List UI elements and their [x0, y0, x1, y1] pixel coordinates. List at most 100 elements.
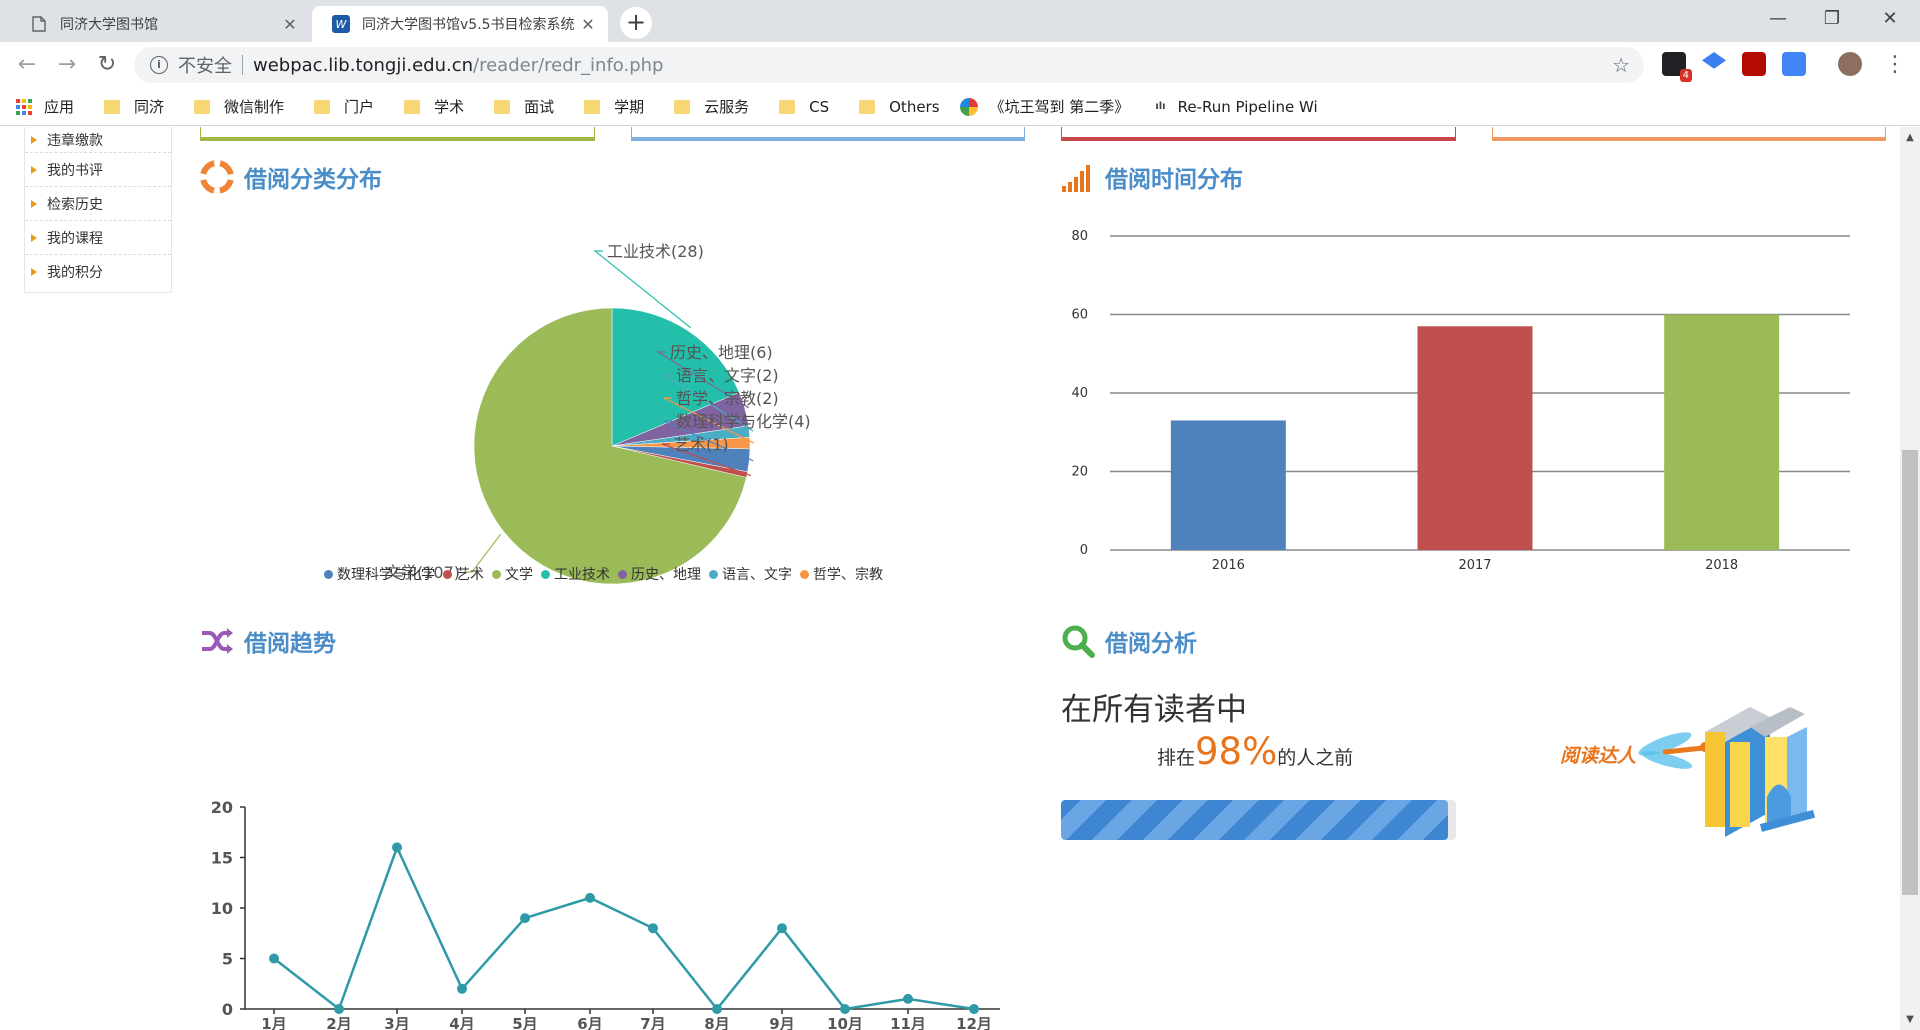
data-point[interactable] [648, 923, 658, 934]
bookmark-folder[interactable]: 面试 [494, 96, 554, 117]
forward-icon[interactable]: → [52, 50, 82, 80]
tab-opac[interactable]: W 同济大学图书馆v5.5书目检索系统 ✕ [312, 6, 608, 42]
new-tab-button[interactable]: + [620, 7, 652, 39]
data-point[interactable] [969, 1004, 979, 1014]
pdf-icon[interactable] [1742, 52, 1766, 76]
data-point[interactable] [392, 842, 402, 853]
sidebar-item-search-history[interactable]: 检索历史 [25, 187, 171, 221]
close-icon[interactable]: ✕ [578, 15, 598, 34]
x-tick-label: 9月 [769, 1015, 794, 1030]
bookmark-label: Re-Run Pipeline Wi [1177, 97, 1318, 116]
y-tick-label: 5 [222, 950, 233, 969]
analysis-rank: 排在98%的人之前 [1157, 730, 1353, 773]
bookmark-folder[interactable]: 云服务 [674, 96, 749, 117]
data-point[interactable] [269, 953, 279, 964]
data-point[interactable] [520, 913, 530, 924]
scroll-down-icon[interactable]: ▼ [1900, 1012, 1920, 1028]
scrollbar-thumb[interactable] [1902, 450, 1918, 895]
close-icon[interactable]: ✕ [280, 15, 300, 34]
bookmark-star-icon[interactable]: ☆ [1612, 53, 1630, 77]
tab-library-home[interactable]: 同济大学图书馆 ✕ [10, 6, 310, 42]
data-point[interactable] [840, 1004, 850, 1014]
data-point[interactable] [457, 983, 467, 994]
data-point[interactable] [712, 1004, 722, 1014]
maximize-button[interactable]: ❐ [1812, 4, 1852, 34]
legend-item[interactable]: 哲学、宗教 [800, 564, 883, 584]
bar[interactable] [1170, 420, 1286, 550]
extension-icon[interactable]: 4 [1662, 52, 1692, 82]
bookmark-link[interactable]: ılı Re-Run Pipeline Wi [1155, 98, 1317, 116]
rank-prefix: 排在 [1157, 747, 1196, 769]
rank-progress-bar [1061, 800, 1456, 840]
legend-item[interactable]: 历史、地理 [618, 564, 701, 584]
data-point[interactable] [334, 1004, 344, 1014]
video-site-icon [959, 97, 978, 116]
legend-item[interactable]: 工业技术 [541, 564, 610, 584]
translate-icon[interactable] [1782, 52, 1806, 76]
x-tick-label: 11月 [890, 1015, 926, 1030]
legend-item[interactable]: 数理科学与化学 [324, 564, 435, 584]
legend-item[interactable]: 艺术 [443, 564, 484, 584]
x-tick-label: 5月 [512, 1015, 537, 1030]
line-chart: 0 5 10 15 20 1月 2月 3月 4月 5月 6月 7月 8月 9月 10月 11月 12月 [211, 798, 1000, 1030]
trend-line [273, 844, 975, 1012]
bookmark-apps[interactable]: 应用 [16, 96, 74, 117]
browser-chrome: 同济大学图书馆 ✕ W 同济大学图书馆v5.5书目检索系统 ✕ + — ❐ ✕ … [0, 0, 1920, 127]
legend-item[interactable]: 语言、文字 [709, 564, 792, 584]
folder-icon [314, 99, 331, 114]
sidebar-item-fines[interactable]: 违章缴款 [25, 127, 171, 153]
sidebar-item-courses[interactable]: 我的课程 [25, 221, 171, 255]
scroll-up-icon[interactable]: ▲ [1900, 130, 1920, 146]
bookmark-folder[interactable]: CS [779, 98, 829, 116]
bookmark-label: 微信制作 [224, 98, 285, 116]
window-close-button[interactable]: ✕ [1870, 4, 1910, 34]
legend-dot-icon [709, 569, 718, 579]
stat-box [200, 127, 595, 141]
data-point[interactable] [903, 993, 913, 1004]
bookmark-folder[interactable]: 微信制作 [194, 96, 284, 117]
folder-icon [674, 99, 691, 114]
sidebar-item-label: 检索历史 [47, 196, 103, 213]
bookmark-label: 应用 [44, 98, 75, 116]
bar[interactable] [1417, 326, 1533, 550]
info-icon[interactable]: i [150, 56, 168, 74]
reading-badge: 阅读达人 [1560, 707, 1816, 837]
folder-icon [779, 99, 796, 114]
section-title-analysis: 借阅分析 [1061, 624, 1197, 658]
bookmark-folder[interactable]: 学术 [404, 96, 464, 117]
bookmark-folder[interactable]: 门户 [314, 96, 374, 117]
bookmark-folder[interactable]: Others [859, 98, 940, 116]
legend-label: 哲学、宗教 [813, 567, 883, 583]
sidebar-item-points[interactable]: 我的积分 [25, 255, 171, 289]
pie-legend: 数理科学与化学 艺术 文学 工业技术 历史、地理 语言、文字 哲学、宗教 [324, 564, 891, 584]
toolbar: ← → ↻ i 不安全 webpac.lib.tongji.edu.cn/rea… [0, 42, 1920, 88]
extension-badge: 4 [1679, 69, 1692, 82]
section-title-trend: 借阅趋势 [200, 624, 336, 658]
folder-icon [404, 99, 421, 114]
bookmark-link[interactable]: 《坑王驾到 第二季》 [959, 96, 1129, 117]
bookmark-folder[interactable]: 学期 [584, 96, 644, 117]
avatar[interactable] [1838, 52, 1862, 76]
minimize-button[interactable]: — [1758, 4, 1798, 34]
x-tick-label: 6月 [577, 1015, 602, 1030]
security-label: 不安全 [178, 56, 232, 77]
sidebar-item-reviews[interactable]: 我的书评 [25, 153, 171, 187]
bookmark-label: 学期 [614, 98, 645, 116]
analysis-heading: 在所有读者中 [1061, 692, 1247, 728]
bar[interactable] [1664, 314, 1780, 551]
y-tick-label: 20 [211, 798, 233, 817]
section-title-category: 借阅分类分布 [200, 160, 382, 194]
address-bar[interactable]: i 不安全 webpac.lib.tongji.edu.cn/reader/re… [134, 47, 1644, 83]
data-point[interactable] [585, 892, 595, 903]
legend-item[interactable]: 文学 [492, 564, 533, 584]
tab-strip: 同济大学图书馆 ✕ W 同济大学图书馆v5.5书目检索系统 ✕ + — ❐ ✕ [0, 0, 1920, 42]
stat-box [631, 127, 1025, 141]
back-icon[interactable]: ← [12, 50, 42, 80]
scholar-cap-icon[interactable] [1702, 52, 1726, 69]
sidebar-item-label: 我的课程 [47, 230, 103, 247]
reload-icon[interactable]: ↻ [92, 50, 122, 80]
y-tick-label: 60 [1071, 308, 1088, 323]
data-point[interactable] [777, 923, 787, 934]
more-menu-icon[interactable]: ⋮ [1880, 50, 1910, 80]
bookmark-folder[interactable]: 同济 [104, 96, 164, 117]
